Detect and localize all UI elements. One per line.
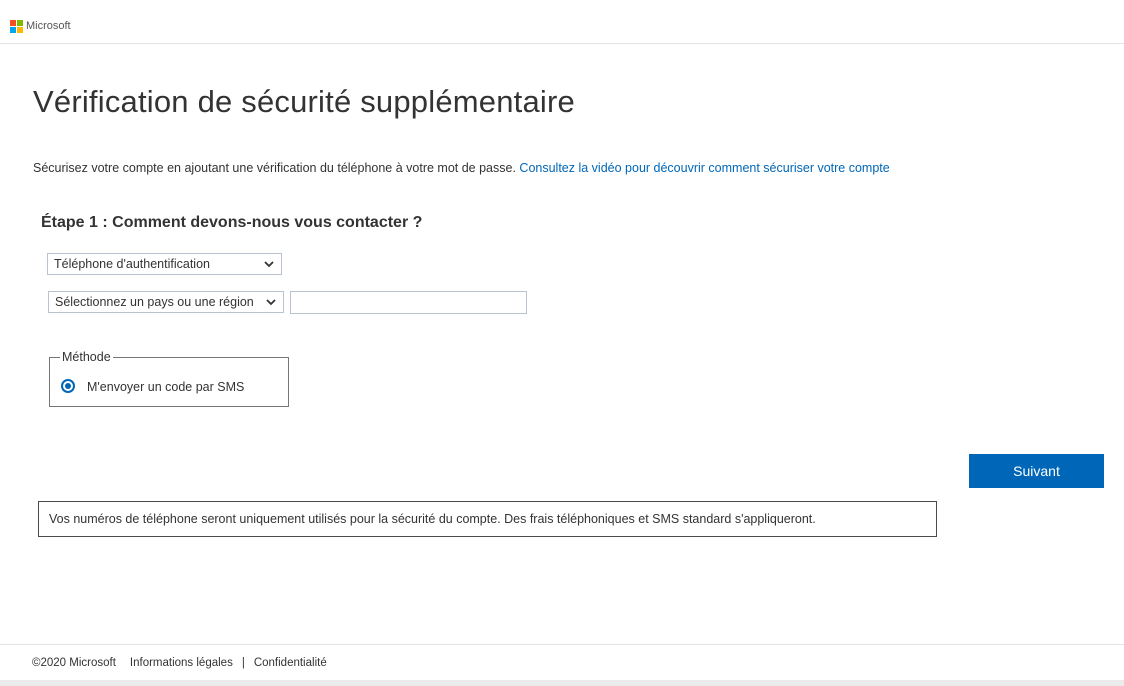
brand: Microsoft	[10, 20, 71, 33]
country-select[interactable]: Sélectionnez un pays ou une région	[48, 291, 284, 313]
method-fieldset: Méthode M'envoyer un code par SMS	[49, 350, 289, 407]
header: Microsoft	[0, 0, 1124, 44]
intro-description: Sécurisez votre compte en ajoutant une v…	[33, 161, 516, 175]
chevron-down-icon	[266, 299, 276, 306]
intro-text: Sécurisez votre compte en ajoutant une v…	[33, 161, 890, 175]
footer: ©2020 Microsoft Informations légales | C…	[0, 644, 1124, 680]
phone-number-input[interactable]	[290, 291, 527, 314]
chevron-down-icon	[264, 261, 274, 268]
privacy-link[interactable]: Confidentialité	[254, 657, 327, 669]
microsoft-logo-icon	[10, 20, 23, 33]
sms-radio-label[interactable]: M'envoyer un code par SMS	[87, 380, 244, 394]
page: Microsoft Vérification de sécurité suppl…	[0, 0, 1124, 686]
phone-usage-notice: Vos numéros de téléphone seront uniqueme…	[38, 501, 937, 537]
step-heading: Étape 1 : Comment devons-nous vous conta…	[41, 214, 423, 231]
contact-method-value: Téléphone d'authentification	[54, 257, 210, 271]
next-button[interactable]: Suivant	[969, 454, 1104, 488]
country-value: Sélectionnez un pays ou une région	[55, 295, 254, 309]
contact-method-select[interactable]: Téléphone d'authentification	[47, 253, 282, 275]
sms-radio-button[interactable]	[61, 379, 75, 393]
brand-name: Microsoft	[26, 20, 71, 32]
footer-bottom-bar	[0, 680, 1124, 686]
legal-link[interactable]: Informations légales	[130, 657, 233, 669]
footer-copyright: ©2020 Microsoft	[32, 656, 116, 669]
method-legend: Méthode	[60, 350, 113, 364]
page-title: Vérification de sécurité supplémentaire	[33, 84, 575, 119]
video-link[interactable]: Consultez la vidéo pour découvrir commen…	[519, 161, 889, 175]
footer-separator: |	[241, 656, 245, 669]
notice-text: Vos numéros de téléphone seront uniqueme…	[49, 512, 816, 526]
